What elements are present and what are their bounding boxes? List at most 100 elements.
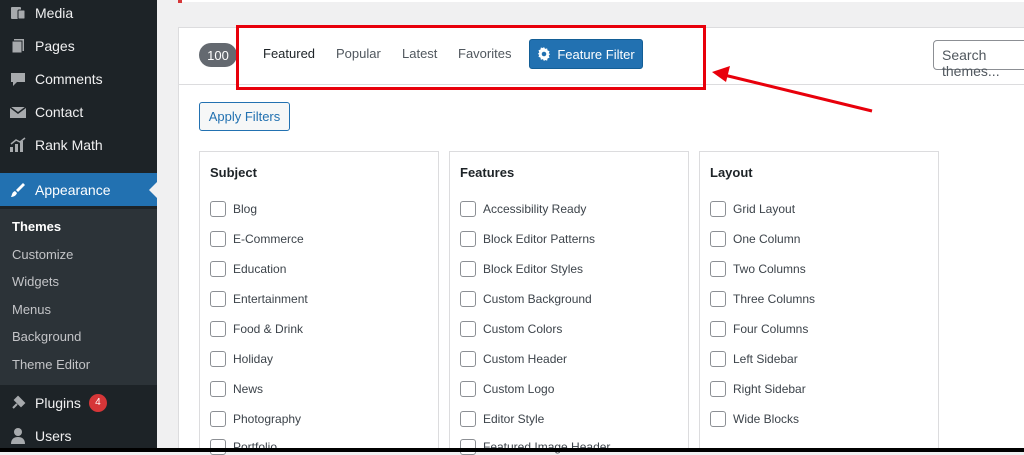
option-checkbox[interactable]: Featured Image Header [460,439,610,455]
checkbox[interactable] [460,411,476,427]
option-checkbox[interactable]: Wide Blocks [710,411,799,427]
menu-item-rank-math[interactable]: Rank Math [0,128,157,161]
option-checkbox[interactable]: Education [210,261,286,277]
checkbox[interactable] [460,351,476,367]
notice-edge [178,0,182,3]
checkbox[interactable] [710,381,726,397]
menu-item-comments[interactable]: Comments [0,62,157,95]
checkbox[interactable] [710,231,726,247]
option-checkbox[interactable]: Custom Background [460,291,592,307]
menu-label: Appearance [35,181,111,198]
tab-latest[interactable]: Latest [402,46,437,61]
comments-icon [9,70,27,88]
menu-label: Plugins [35,394,81,411]
menu-label: Media [35,4,74,21]
checkbox[interactable] [210,351,226,367]
checkbox[interactable] [710,291,726,307]
submenu-customize[interactable]: Customize [12,247,73,262]
menu-item-plugins[interactable]: Plugins 4 [0,386,157,419]
checkbox[interactable] [460,261,476,277]
checkbox[interactable] [460,291,476,307]
filter-group-features: Features Accessibility Ready Block Edito… [449,151,689,455]
option-label: Custom Colors [483,322,563,336]
submenu-background[interactable]: Background [12,329,81,344]
option-checkbox[interactable]: Portfolio [210,439,277,455]
menu-item-appearance[interactable]: Appearance [0,173,157,206]
option-checkbox[interactable]: Blog [210,201,257,217]
checkbox[interactable] [210,439,226,455]
option-checkbox[interactable]: News [210,381,263,397]
checkbox[interactable] [460,231,476,247]
option-checkbox[interactable]: Entertainment [210,291,308,307]
feature-filter-label: Feature Filter [557,46,635,62]
menu-label: Users [35,427,72,444]
option-label: Custom Logo [483,382,555,396]
option-label: Accessibility Ready [483,202,587,216]
option-label: Custom Header [483,352,568,366]
apply-filters-button[interactable]: Apply Filters [199,102,290,131]
option-checkbox[interactable]: Left Sidebar [710,351,798,367]
menu-item-contact[interactable]: Contact [0,95,157,128]
option-checkbox[interactable]: Four Columns [710,321,808,337]
option-checkbox[interactable]: Holiday [210,351,273,367]
option-checkbox[interactable]: Grid Layout [710,201,795,217]
contact-icon [9,103,27,121]
option-checkbox[interactable]: Custom Logo [460,381,554,397]
checkbox[interactable] [210,381,226,397]
option-checkbox[interactable]: Photography [210,411,301,427]
option-checkbox[interactable]: Food & Drink [210,321,303,337]
option-label: E-Commerce [233,232,304,246]
checkbox[interactable] [710,261,726,277]
option-checkbox[interactable]: Block Editor Patterns [460,231,595,247]
menu-item-pages[interactable]: Pages [0,29,157,62]
menu-item-media[interactable]: Media [0,0,157,29]
feature-filter-button[interactable]: Feature Filter [529,39,643,69]
submenu-menus[interactable]: Menus [12,302,51,317]
option-checkbox[interactable]: One Column [710,231,800,247]
checkbox[interactable] [460,201,476,217]
checkbox[interactable] [210,291,226,307]
option-label: Entertainment [233,292,308,306]
media-icon [9,4,27,22]
checkbox[interactable] [210,321,226,337]
option-checkbox[interactable]: Block Editor Styles [460,261,583,277]
tab-featured[interactable]: Featured [263,46,315,61]
pages-icon [9,37,27,55]
option-checkbox[interactable]: E-Commerce [210,231,304,247]
option-checkbox[interactable]: Accessibility Ready [460,201,586,217]
option-checkbox[interactable]: Right Sidebar [710,381,806,397]
checkbox[interactable] [460,381,476,397]
tab-popular[interactable]: Popular [336,46,381,61]
option-checkbox[interactable]: Two Columns [710,261,806,277]
checkbox[interactable] [210,201,226,217]
option-label: Two Columns [733,262,806,276]
option-label: Block Editor Patterns [483,232,596,246]
submenu-widgets[interactable]: Widgets [12,274,59,289]
checkbox[interactable] [210,261,226,277]
checkbox[interactable] [710,351,726,367]
checkbox[interactable] [710,321,726,337]
users-icon [9,427,27,445]
theme-count: 100 [199,43,237,67]
checkbox[interactable] [460,321,476,337]
option-label: Holiday [233,352,274,366]
appearance-submenu: Themes Customize Widgets Menus Backgroun… [0,209,157,385]
checkbox[interactable] [210,231,226,247]
search-themes-input[interactable]: Search themes... [933,40,1024,79]
option-label: Custom Background [483,292,592,306]
option-checkbox[interactable]: Custom Header [460,351,567,367]
option-label: Education [233,262,287,276]
checkbox[interactable] [710,411,726,427]
checkbox[interactable] [710,201,726,217]
submenu-themes[interactable]: Themes [12,219,61,234]
window-bottom-edge [0,448,1024,452]
checkbox[interactable] [460,439,476,455]
option-checkbox[interactable]: Custom Colors [460,321,562,337]
tab-favorites[interactable]: Favorites [458,46,511,61]
plugins-icon [9,394,27,412]
option-checkbox[interactable]: Three Columns [710,291,815,307]
submenu-theme-editor[interactable]: Theme Editor [12,357,90,372]
group-title: Features [460,165,515,180]
option-checkbox[interactable]: Editor Style [460,411,544,427]
checkbox[interactable] [210,411,226,427]
